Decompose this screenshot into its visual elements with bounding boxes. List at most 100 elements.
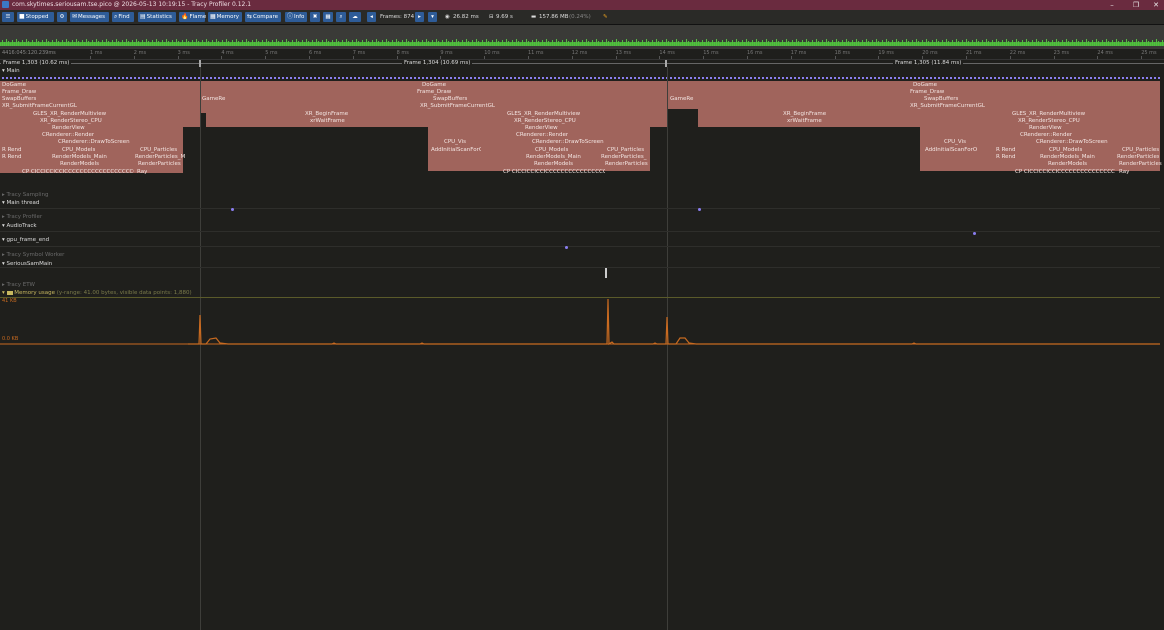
zone-label[interactable]: RenderView (525, 125, 558, 131)
zone-label[interactable]: CPU_Models (62, 147, 95, 153)
event-dot[interactable] (973, 232, 976, 235)
zone-area[interactable]: DoGame Frame_Draw SwapBuffers XR_SubmitF… (0, 81, 1164, 191)
pencil-icon[interactable]: ✎ (603, 12, 608, 22)
thread-header[interactable]: ▸ Tracy Sampling (2, 192, 48, 198)
statistics-button[interactable]: ▤Statistics (138, 12, 176, 22)
messages-button[interactable]: ✉Messages (70, 12, 109, 22)
frame-dropdown-button[interactable]: ▾ (428, 12, 437, 22)
prev-frame-button[interactable]: ◂ (367, 12, 376, 22)
zone-label[interactable]: Ray (1119, 169, 1129, 175)
zone-label[interactable]: XR_RenderStereo_CPU (514, 118, 576, 124)
minimize-button[interactable]: – (1105, 0, 1119, 10)
zone-label[interactable]: RenderParticles_M (601, 154, 647, 160)
zone-label[interactable]: DoGame (913, 82, 937, 88)
zone-label[interactable]: DoGame (422, 82, 446, 88)
memory-plot[interactable]: 41 KB 0.0 KB (0, 297, 1164, 352)
zone-label[interactable]: Ray (137, 169, 147, 175)
stopped-button[interactable]: ■Stopped (17, 12, 54, 22)
zone-label[interactable]: RenderView (52, 125, 85, 131)
zone-label[interactable]: CPU_Models (535, 147, 568, 153)
zone-label[interactable]: RenderParticles (138, 161, 181, 167)
thread-header[interactable]: ▾ gpu_frame_end (2, 237, 49, 243)
zone-label[interactable]: RenderModels_Main (526, 154, 581, 160)
settings-button[interactable]: ⚙ (57, 12, 67, 22)
zone-label[interactable]: GameRe (202, 96, 230, 102)
zone-label[interactable]: CP CICCICCICCICCCCCCCCCCCCCCCCCCCC (1015, 169, 1115, 175)
zone-label[interactable]: RenderModels (1048, 161, 1087, 167)
zone-label[interactable]: RenderModels (534, 161, 573, 167)
thread-header[interactable]: ▸ Tracy Symbol Worker (2, 252, 64, 258)
zone-label[interactable]: RenderModels_Main (1040, 154, 1095, 160)
zone-label[interactable]: xrWaitFrame (310, 118, 345, 124)
zone-label[interactable]: Frame_Draw (910, 89, 944, 95)
zone-label[interactable]: XR_SubmitFrameCurrentGL (420, 103, 495, 109)
zone-label[interactable]: RenderView (1029, 125, 1062, 131)
thread-header[interactable]: ▾ Main thread (2, 200, 39, 206)
zone-label[interactable]: XR_SubmitFrameCurrentGL (2, 103, 77, 109)
zone-label[interactable]: Frame_Draw (417, 89, 451, 95)
frame-label[interactable]: Frame 1,305 (11.84 ms) (893, 60, 964, 66)
zone-label[interactable]: XR_BeginFrame (783, 111, 826, 117)
event-dot[interactable] (565, 246, 568, 249)
zone-label[interactable]: xrWaitFrame (787, 118, 822, 124)
zone-label[interactable]: RenderParticles_M (1117, 154, 1159, 160)
zone-label[interactable]: CP CICCICCICCICCCCCCCCCCCCCCCCCCCC (503, 169, 605, 175)
zone-label[interactable]: AddInitialScanForO (431, 147, 481, 153)
zone-label[interactable]: RenderParticles (1119, 161, 1162, 167)
zone-label[interactable]: Frame_Draw (2, 89, 36, 95)
zone-label[interactable]: R Rend (2, 154, 22, 160)
zone-label[interactable]: GameRe (670, 96, 696, 102)
close-button[interactable]: ✕ (1149, 0, 1163, 10)
info-button[interactable]: ⓘInfo (285, 12, 307, 22)
flame-button[interactable]: 🔥Flame (179, 12, 206, 22)
zone-label[interactable]: CRenderer::DrawToScreen (1036, 139, 1108, 145)
zone-label[interactable]: R Rend (996, 147, 1016, 153)
next-frame-button[interactable]: ▸ (415, 12, 424, 22)
cloud-button[interactable]: ☁ (349, 12, 361, 22)
memory-track-header[interactable]: ▾ Memory usage (y-range: 41.00 bytes, vi… (2, 290, 192, 296)
time-ruler[interactable]: 4416:045:120.239ms 1 ms 2 ms 3 ms 4 ms 5 ms 6… (0, 49, 1164, 60)
zone-label[interactable]: RenderModels (60, 161, 99, 167)
playback-button[interactable]: ▦ (323, 12, 333, 22)
maximize-button[interactable]: ❐ (1129, 0, 1143, 10)
zone-label[interactable]: GLES_XR_RenderMultiview (507, 111, 580, 117)
zone-label[interactable]: XR_SubmitFrameCurrentGL (910, 103, 985, 109)
zone-label[interactable]: CPU_Models (1049, 147, 1082, 153)
zone-label[interactable]: XR_RenderStereo_CPU (40, 118, 102, 124)
menu-icon[interactable]: ☰ (2, 12, 14, 22)
zone-label[interactable]: GLES_XR_RenderMultiview (1012, 111, 1085, 117)
zone-label[interactable]: CPU_Vis (944, 139, 966, 145)
zone-marker[interactable] (605, 268, 607, 278)
zoom-button[interactable]: ⌕ (336, 12, 346, 22)
event-dot[interactable] (231, 208, 234, 211)
find-button[interactable]: ⌕Find (112, 12, 134, 22)
zone-label[interactable]: GLES_XR_RenderMultiview (33, 111, 106, 117)
zone-label[interactable]: CRenderer::Render (1020, 132, 1072, 138)
thread-header[interactable]: ▸ Tracy ETW (2, 282, 35, 288)
zone-label[interactable]: RenderParticles (605, 161, 648, 167)
zone-label[interactable]: SwapBuffers (433, 96, 467, 102)
zone-label[interactable]: SwapBuffers (924, 96, 958, 102)
zone-label[interactable]: XR_BeginFrame (305, 111, 348, 117)
zone-label[interactable]: R Rend (2, 147, 22, 153)
zone-label[interactable]: CPU_Particles (607, 147, 644, 153)
frame-bar[interactable]: Frame 1,303 (10.62 ms) Frame 1,304 (10.6… (0, 60, 1164, 67)
frame-label[interactable]: Frame 1,303 (10.62 ms) (1, 60, 72, 66)
zone-label[interactable]: CRenderer::Render (516, 132, 568, 138)
zone-label[interactable]: RenderModels_Main (52, 154, 107, 160)
main-thread-header[interactable]: ▾ Main (2, 68, 20, 74)
zone-label[interactable]: DoGame (2, 82, 26, 88)
zone-label[interactable]: R Rend (996, 154, 1016, 160)
zone-label[interactable]: SwapBuffers (2, 96, 36, 102)
frame-histogram[interactable] (0, 25, 1164, 49)
zone-label[interactable]: CPU_Particles (140, 147, 177, 153)
zone-label[interactable]: AddInitialScanForO (925, 147, 985, 153)
zone-label[interactable]: CP CICCICCICCICCCCCCCCCCCCCCCCCCCC (22, 169, 134, 175)
frame-label[interactable]: Frame 1,304 (10.69 ms) (402, 60, 473, 66)
zone-label[interactable]: XR_RenderStereo_CPU (1018, 118, 1080, 124)
event-dot[interactable] (698, 208, 701, 211)
thread-header[interactable]: ▾ AudioTrack (2, 223, 37, 229)
zone-label[interactable]: CPU_Particles (1122, 147, 1159, 153)
zone-label[interactable]: CPU_Vis (444, 139, 466, 145)
zone-label[interactable]: CRenderer::DrawToScreen (58, 139, 130, 145)
